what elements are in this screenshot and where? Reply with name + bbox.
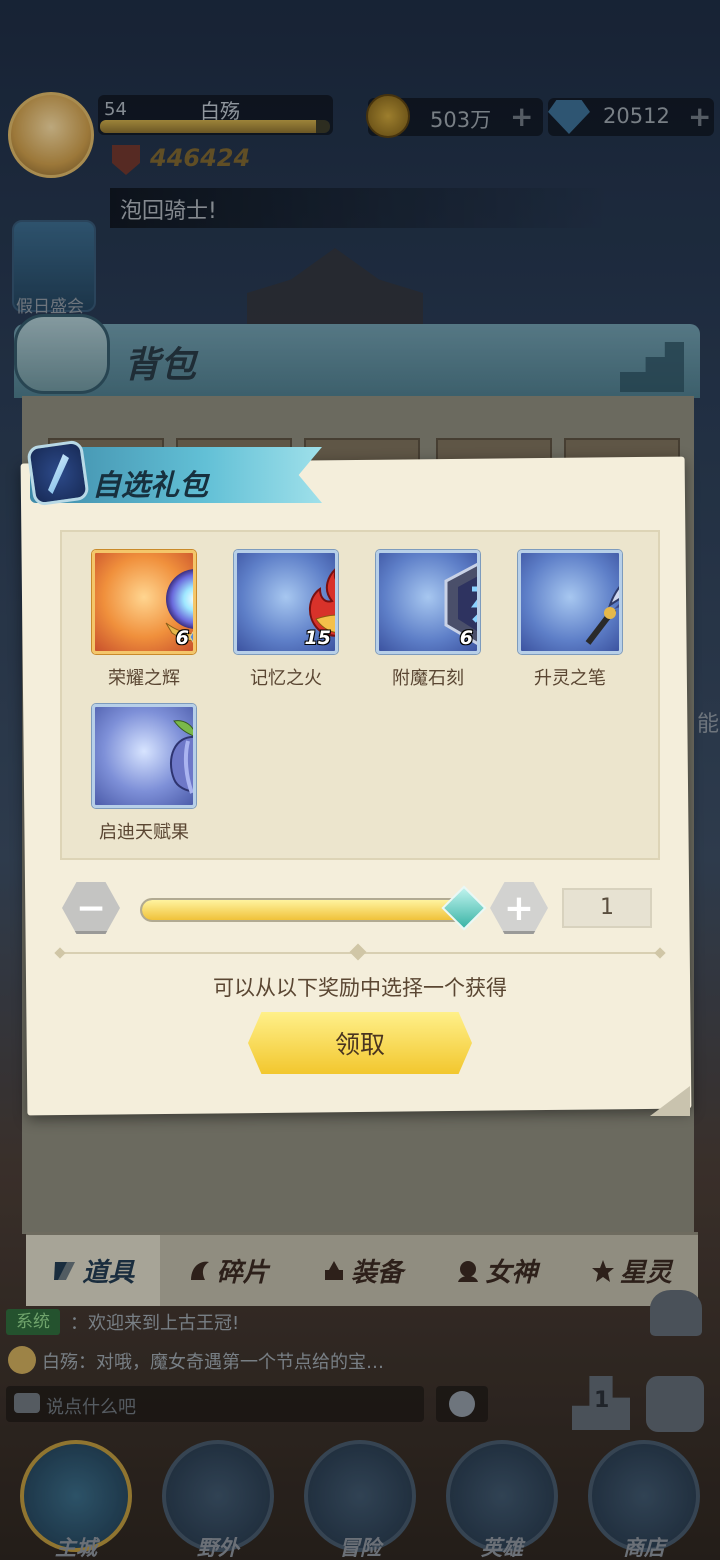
claim-label: 领取 bbox=[334, 1030, 385, 1059]
quantity-field[interactable]: 1 bbox=[562, 888, 652, 928]
reward-item[interactable]: 升灵之笔 bbox=[516, 550, 624, 690]
fruit-icon bbox=[170, 720, 193, 794]
reward-item[interactable]: 启迪天赋果 bbox=[90, 704, 198, 844]
reward-item[interactable]: 6 附魔石刻 bbox=[374, 550, 482, 690]
dialog-title: 自选礼包 bbox=[92, 468, 209, 502]
item-name: 升灵之笔 bbox=[534, 668, 606, 689]
quill-icon bbox=[585, 586, 619, 645]
reward-item[interactable]: 15 记忆之火 bbox=[232, 550, 340, 690]
quantity-slider[interactable] bbox=[140, 898, 470, 922]
reward-item[interactable]: 6 荣耀之辉 bbox=[90, 550, 198, 690]
item-count: 6 bbox=[459, 627, 473, 649]
item-count: 6 bbox=[175, 627, 189, 649]
game-screen: 54 白殇 446424 503万 + 20512 + 泡回骑士! 假日盛会 能… bbox=[0, 0, 720, 1560]
slider-fill bbox=[142, 900, 468, 920]
item-name: 启迪天赋果 bbox=[99, 822, 189, 843]
item-count: 15 bbox=[304, 627, 331, 649]
item-name: 荣耀之辉 bbox=[108, 668, 180, 689]
item-name: 附魔石刻 bbox=[392, 668, 464, 689]
hint-text: 可以从以下奖励中选择一个获得 bbox=[213, 976, 507, 1000]
item-name: 记忆之火 bbox=[250, 668, 322, 689]
claim-button[interactable]: 领取 bbox=[248, 1012, 472, 1074]
